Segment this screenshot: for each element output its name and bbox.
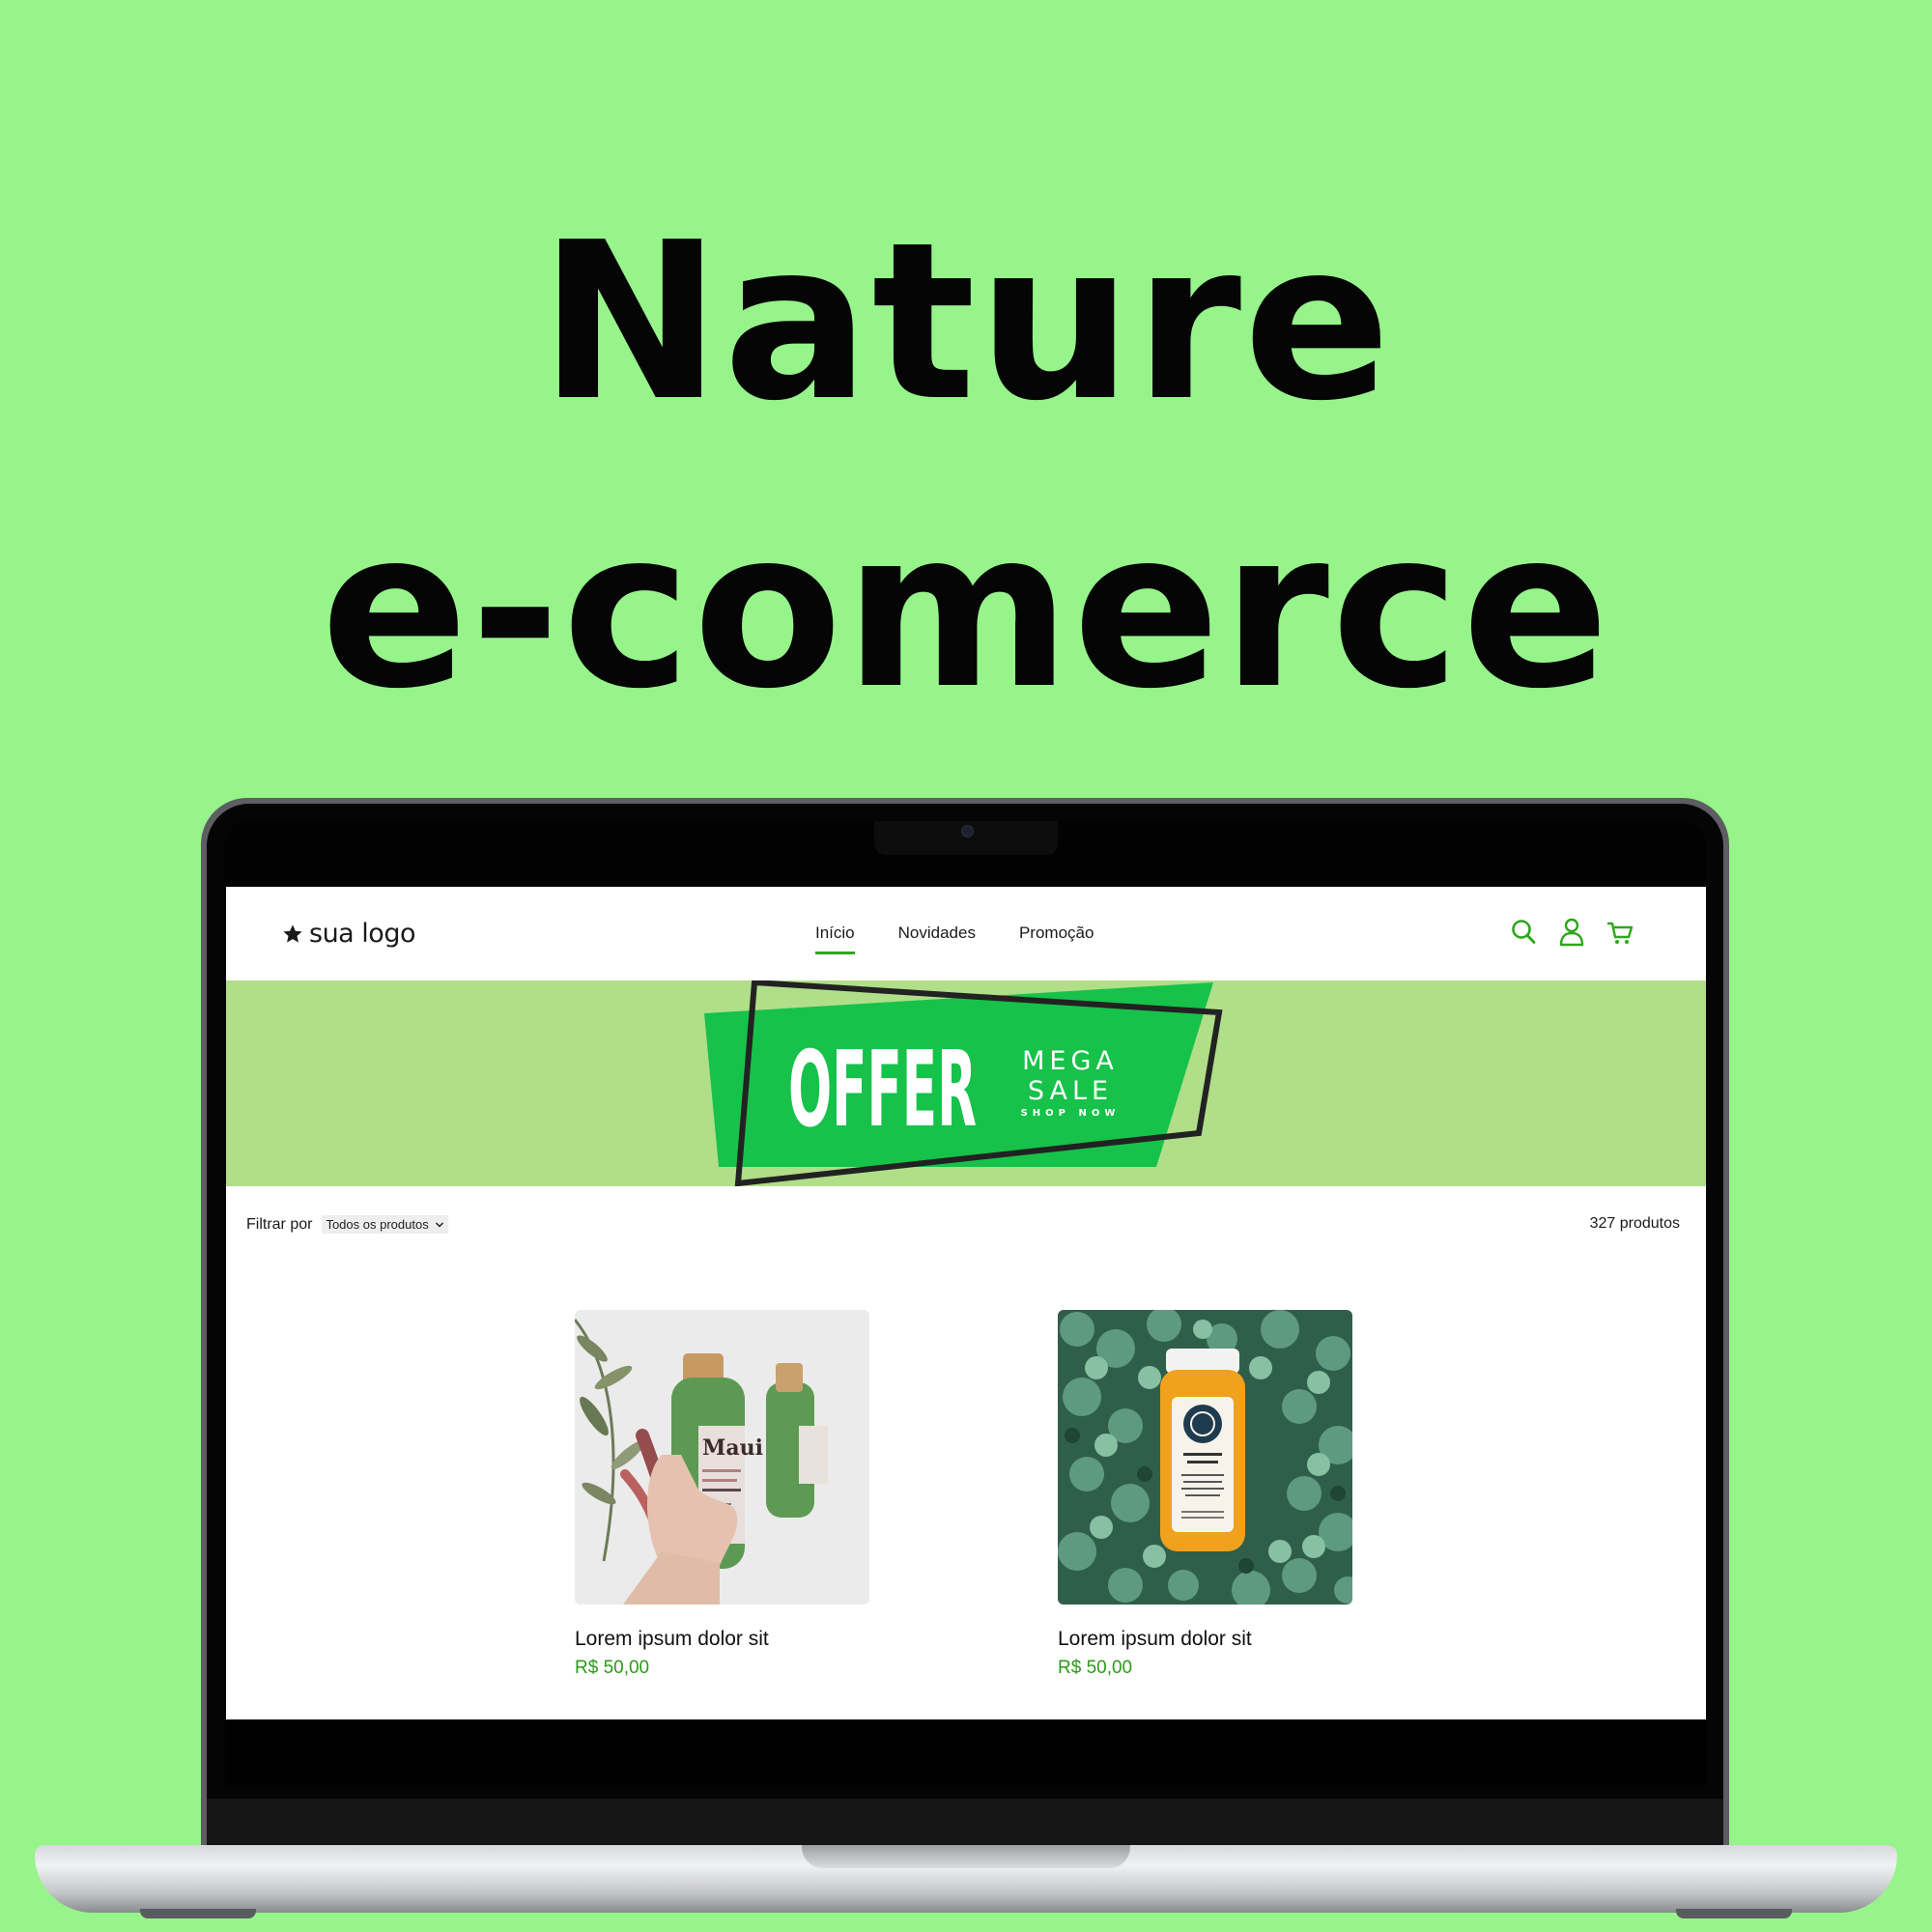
website-screen: sua logo Início Novidades Promoção OFFER… bbox=[226, 887, 1706, 1719]
cart-icon[interactable] bbox=[1606, 918, 1634, 947]
banner-offer-text: OFFER bbox=[788, 1030, 977, 1151]
banner-sale-text: SALE bbox=[1028, 1076, 1113, 1106]
screen-bottom-black bbox=[226, 1719, 1706, 1784]
product-title[interactable]: Lorem ipsum dolor sit bbox=[575, 1628, 869, 1651]
laptop-foot-left bbox=[140, 1909, 256, 1918]
nav-item-inicio[interactable]: Início bbox=[815, 923, 855, 954]
banner-mega-text: MEGA bbox=[1022, 1046, 1119, 1076]
filter-selected-value: Todos os produtos bbox=[326, 1217, 429, 1232]
bezel-bottom bbox=[207, 1799, 1723, 1845]
promo-banner[interactable]: OFFER MEGA SALE SHOP NOW bbox=[226, 980, 1706, 1186]
filter-dropdown[interactable]: Todos os produtos bbox=[322, 1215, 448, 1234]
product-count: 327 produtos bbox=[1589, 1215, 1680, 1232]
header-actions bbox=[1510, 918, 1634, 947]
headline-line-2: e-comerce bbox=[321, 484, 1611, 737]
chevron-down-icon bbox=[435, 1221, 443, 1228]
filter-label: Filtrar por bbox=[246, 1215, 313, 1233]
nav-item-novidades[interactable]: Novidades bbox=[898, 923, 976, 943]
search-icon[interactable] bbox=[1510, 918, 1537, 947]
product-card[interactable]: Lorem ipsum dolor sit R$ 50,00 bbox=[1058, 1310, 1352, 1679]
headline-line-1: Nature bbox=[539, 196, 1393, 449]
banner-shop-now-text: SHOP NOW bbox=[1021, 1108, 1121, 1119]
product-image-shampoo[interactable]: Maui bbox=[575, 1310, 869, 1605]
main-nav: Início Novidades Promoção bbox=[815, 923, 1094, 954]
logo-text: sua logo bbox=[309, 919, 416, 949]
product-card[interactable]: Maui Lorem ipsum dolor sit R$ 50,00 bbox=[575, 1310, 869, 1679]
filter-bar: Filtrar por Todos os produtos bbox=[246, 1215, 448, 1234]
product-image-juice[interactable] bbox=[1058, 1310, 1352, 1605]
nav-item-promocao[interactable]: Promoção bbox=[1019, 923, 1094, 943]
camera-icon bbox=[961, 825, 974, 838]
product-price: R$ 50,00 bbox=[1058, 1658, 1133, 1678]
product-price: R$ 50,00 bbox=[575, 1658, 650, 1678]
laptop-opening-groove bbox=[802, 1845, 1130, 1868]
user-icon[interactable] bbox=[1558, 918, 1585, 947]
site-header: sua logo Início Novidades Promoção bbox=[226, 887, 1706, 980]
star-icon bbox=[283, 923, 302, 943]
svg-text:Maui: Maui bbox=[702, 1435, 763, 1461]
site-logo[interactable]: sua logo bbox=[282, 919, 416, 949]
laptop-foot-right bbox=[1676, 1909, 1792, 1918]
product-title[interactable]: Lorem ipsum dolor sit bbox=[1058, 1628, 1352, 1651]
